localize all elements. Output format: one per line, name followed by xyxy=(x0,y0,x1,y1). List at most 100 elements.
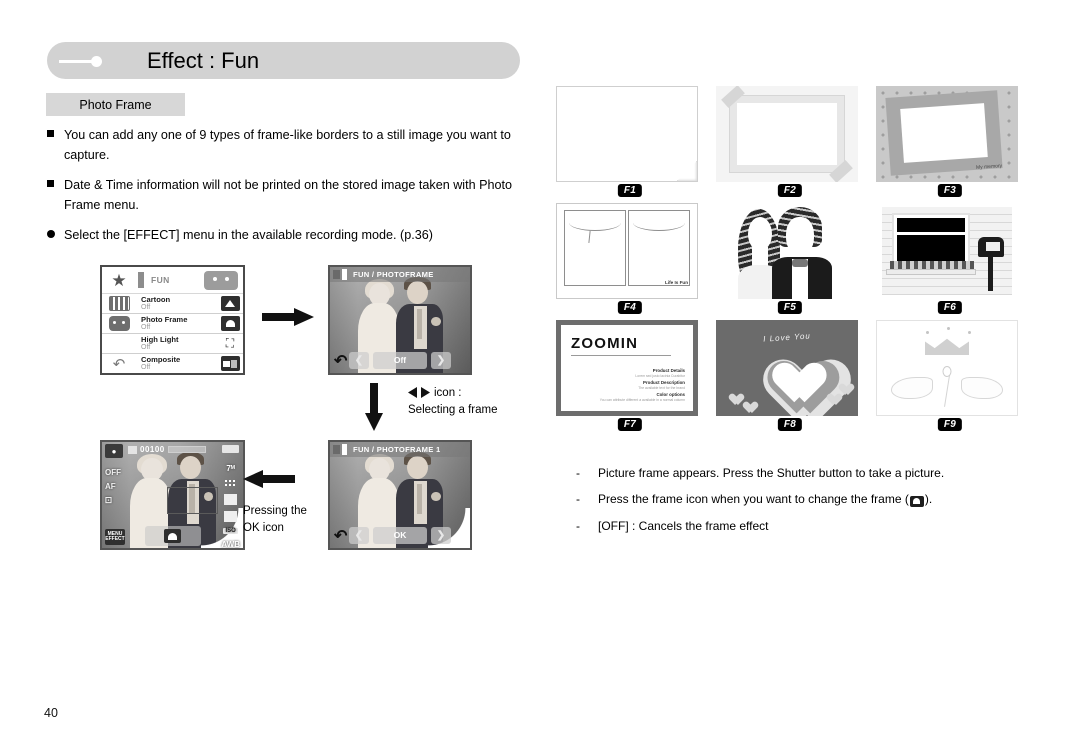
frame-title: ZOOMIN xyxy=(571,335,639,352)
heart-frame-thumbnail[interactable]: I Love You xyxy=(716,320,858,416)
folded-page-frame-thumbnail[interactable] xyxy=(556,86,698,182)
frame-cell-f2: F2 xyxy=(710,86,870,203)
bullet-item: Select the [EFFECT] menu in the availabl… xyxy=(44,226,544,246)
circle-bullet-icon xyxy=(44,226,64,246)
header-dot-decoration xyxy=(91,56,102,67)
flash-icon: ⚀ xyxy=(105,496,112,505)
frame-badge: F3 xyxy=(937,184,963,197)
frame-cell-f6: F6 xyxy=(870,203,1030,320)
camera-photoframe-off-screen: FUN / PHOTOFRAME ❮ Off ❯ ↶ xyxy=(328,265,472,375)
page-title: Effect : Fun xyxy=(147,47,260,73)
wing-icon xyxy=(891,377,933,399)
frame-thumbnail-grid: F1 F2 My memory F3 Life Is Fun F4 F5 F6 … xyxy=(550,86,1030,437)
photo-frame-icon xyxy=(164,529,181,543)
square-bullet-icon xyxy=(44,176,64,215)
frame-badge: F5 xyxy=(777,301,803,314)
star-pattern-frame-thumbnail[interactable]: My memory xyxy=(876,86,1018,182)
dash-marker: - xyxy=(576,492,580,506)
return-icon[interactable]: ↶ xyxy=(334,529,347,545)
menu-row-label: Composite xyxy=(141,354,181,364)
note-text-with-icon: Press the frame icon when you want to ch… xyxy=(598,492,932,507)
frame-select-button[interactable] xyxy=(144,526,201,546)
frame-state-button[interactable]: Off xyxy=(373,351,427,369)
house-window-frame-thumbnail[interactable] xyxy=(876,203,1018,299)
dash-marker: - xyxy=(576,518,580,533)
left-right-arrow-icon xyxy=(408,387,430,399)
arrow-left-icon xyxy=(243,470,295,488)
select-frame-line1: icon : xyxy=(434,387,462,399)
notes-list: - Picture frame appears. Press the Shutt… xyxy=(576,466,1016,545)
menu-row-value: Off xyxy=(141,323,151,331)
bullet-item: Date & Time information will not be prin… xyxy=(44,176,544,215)
note-item: - [OFF] : Cancels the frame effect xyxy=(576,519,1016,533)
menu-row-high-light[interactable]: High Light Off ⛶ xyxy=(102,334,243,354)
menu-row-value: Off xyxy=(141,303,151,311)
menu-row-composite[interactable]: ↶ Composite Off xyxy=(102,354,243,373)
return-icon[interactable]: ↶ xyxy=(102,354,136,373)
dash-marker: - xyxy=(576,466,580,480)
taped-mat-frame-thumbnail[interactable] xyxy=(716,86,858,182)
menu-effect-button[interactable]: MENU EFFECT xyxy=(105,529,125,545)
couple-cutout-frame-thumbnail[interactable] xyxy=(716,203,858,299)
film-icon xyxy=(102,294,136,313)
square-bullet-icon xyxy=(44,126,64,165)
memory-gauge xyxy=(167,446,206,453)
camera-photoframe-1-screen: FUN / PHOTOFRAME 1 ❮ OK ❯ ↶ xyxy=(328,440,472,550)
frame-cell-f1: F1 xyxy=(550,86,710,203)
metering-icon xyxy=(224,494,238,505)
left-osd-group: OFF AF ⚀ xyxy=(105,468,121,505)
frame-badge: F7 xyxy=(617,418,643,431)
left-arrow-button[interactable]: ❮ xyxy=(349,526,369,544)
menu-row-label: Cartoon xyxy=(141,294,171,304)
ok-button[interactable]: OK xyxy=(373,526,427,544)
return-icon[interactable]: ↶ xyxy=(334,354,347,370)
photo-frame-icon xyxy=(217,314,243,333)
autofocus-frame xyxy=(166,486,218,515)
menu-header: ★ FUN xyxy=(102,267,243,294)
mini-heart-icon xyxy=(836,379,850,392)
frame-caption: My memory xyxy=(975,163,1003,171)
white-balance-indicator: AWB xyxy=(221,540,240,549)
right-arrow-button[interactable]: ❯ xyxy=(431,351,451,369)
menu-row-label: Photo Frame xyxy=(141,314,188,324)
zoomin-card-frame-thumbnail[interactable]: ZOOMIN Product Details Lorem sed justo l… xyxy=(556,320,698,416)
frame-badge: F9 xyxy=(937,418,963,431)
angel-wings-frame-thumbnail[interactable] xyxy=(876,320,1018,416)
frame-cell-f8: I Love You F8 xyxy=(710,320,870,437)
menu-row-value: Off xyxy=(141,363,151,371)
screen-title: FUN / PHOTOFRAME xyxy=(353,270,434,279)
arrow-down-icon xyxy=(365,383,383,431)
crown-icon xyxy=(925,338,969,355)
press-ok-caption: Pressing the OK icon xyxy=(243,503,307,536)
star-icon: ★ xyxy=(111,270,127,290)
shot-counter-group: 00100 xyxy=(128,445,206,454)
select-frame-caption: icon : Selecting a frame xyxy=(408,385,498,418)
composite-icon xyxy=(217,354,243,373)
frame-badge: F6 xyxy=(937,301,963,314)
frame-badge: F1 xyxy=(617,184,643,197)
menu-tab-indicator xyxy=(138,272,144,288)
menu-row-photo-frame[interactable]: Photo Frame Off xyxy=(102,314,243,334)
face-icon xyxy=(102,314,136,333)
battery-icon xyxy=(222,445,239,453)
frame-cell-f3: My memory F3 xyxy=(870,86,1030,203)
frame-text-sub: You can attribute different a available … xyxy=(599,397,685,402)
menu-row-cartoon[interactable]: Cartoon Off xyxy=(102,294,243,314)
screen-title-bar: FUN / PHOTOFRAME xyxy=(330,267,470,282)
record-mode-icon: ● xyxy=(105,444,123,458)
left-arrow-button[interactable]: ❮ xyxy=(349,351,369,369)
bullet-list: You can add any one of 9 types of frame-… xyxy=(44,126,544,257)
note-item: - Picture frame appears. Press the Shutt… xyxy=(576,466,1016,480)
bullet-text: You can add any one of 9 types of frame-… xyxy=(64,128,511,162)
menu-effect-label-bottom: EFFECT xyxy=(105,536,125,542)
right-osd-group: 7ᴹ ISO AWB xyxy=(221,464,240,549)
cartoon-icon xyxy=(217,294,243,313)
frame-caption: Life Is Fun xyxy=(665,280,688,285)
wing-icon xyxy=(961,377,1003,399)
arrow-right-icon xyxy=(262,308,314,326)
camera-live-view-screen: ● 00100 OFF AF ⚀ 7ᴹ ISO AWB MENU EFFECT xyxy=(100,440,245,550)
press-ok-line2: OK icon xyxy=(243,521,284,534)
mini-heart-icon xyxy=(726,389,740,402)
right-arrow-button[interactable]: ❯ xyxy=(431,526,451,544)
comic-panel-frame-thumbnail[interactable]: Life Is Fun xyxy=(556,203,698,299)
